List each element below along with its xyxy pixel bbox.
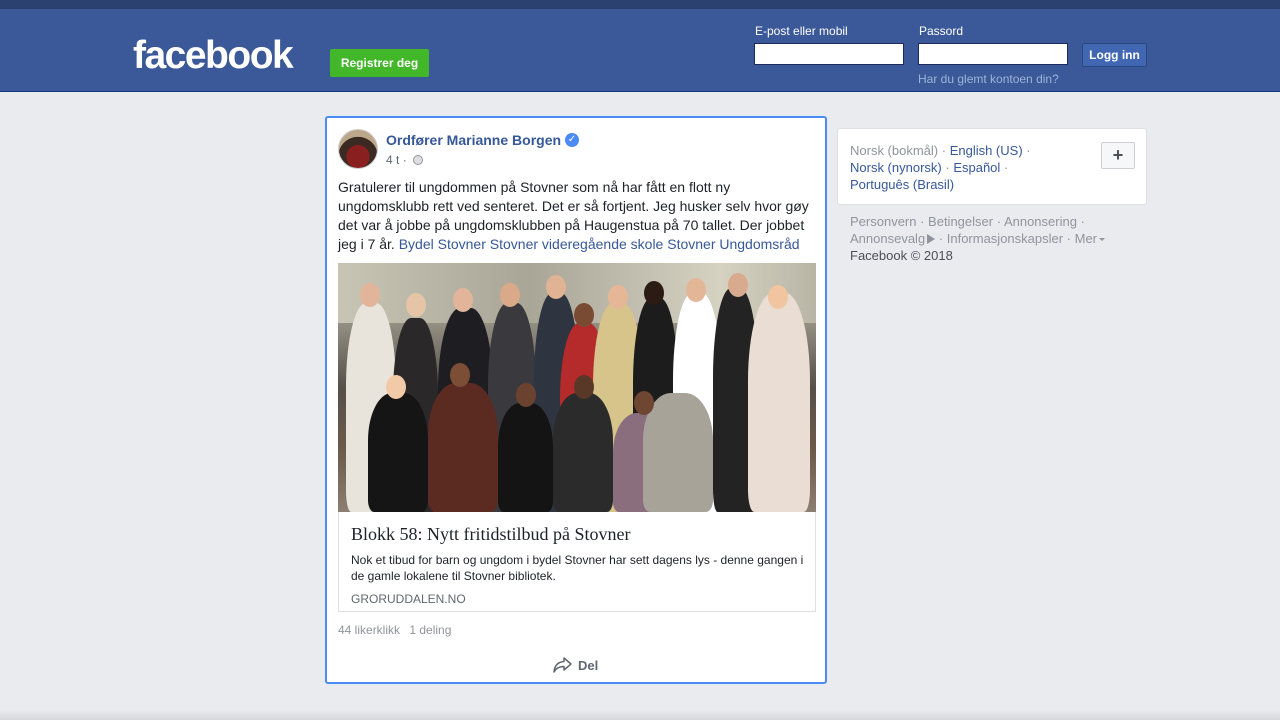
language-portugues-brasil[interactable]: Português (Brasil): [850, 177, 954, 192]
language-english-us[interactable]: English (US): [950, 143, 1023, 158]
tag-bydel-stovner[interactable]: Bydel Stovner: [399, 236, 486, 252]
password-field[interactable]: [918, 43, 1068, 65]
facebook-logo[interactable]: facebook: [133, 34, 294, 78]
globe-icon[interactable]: [413, 155, 424, 165]
link-preview[interactable]: Blokk 58: Nytt fritidstilbud på Stovner …: [338, 512, 816, 612]
post-card: Ordfører Marianne Borgen ✓ 4 t · Gratule…: [325, 116, 827, 684]
share-label: Del: [578, 657, 599, 673]
shares-count[interactable]: 1 deling: [409, 623, 451, 637]
register-button[interactable]: Registrer deg: [330, 49, 429, 77]
post-text: Gratulerer til ungdommen på Stovner som …: [338, 178, 818, 254]
adchoices-icon: [927, 234, 936, 244]
footer-link-annonsevalg[interactable]: Annonsevalg: [850, 231, 925, 246]
post-photo[interactable]: [338, 263, 816, 512]
footer-link-betingelser[interactable]: Betingelser: [928, 214, 993, 229]
language-espanol[interactable]: Español: [953, 160, 1000, 175]
share-icon: [553, 657, 572, 673]
footer-link-mer[interactable]: Mer: [1075, 231, 1097, 246]
link-title[interactable]: Blokk 58: Nytt fritidstilbud på Stovner: [351, 524, 631, 545]
tag-stovner-vgs[interactable]: Stovner videregående skole: [490, 236, 664, 252]
email-label: E-post eller mobil: [755, 24, 848, 38]
post-timestamp[interactable]: 4 t: [386, 153, 399, 167]
share-button[interactable]: Del: [553, 654, 598, 676]
footer-link-annonsering[interactable]: Annonsering: [1004, 214, 1077, 229]
copyright: Facebook © 2018: [850, 248, 953, 263]
top-strip: [0, 0, 1280, 9]
tag-stovner-ungdomsrad[interactable]: Stovner Ungdomsråd: [667, 236, 799, 252]
footer-link-personvern[interactable]: Personvern: [850, 214, 916, 229]
likes-count[interactable]: 44 likerklikk: [338, 623, 400, 637]
post-author[interactable]: Ordfører Marianne Borgen: [386, 132, 561, 148]
current-language: Norsk (bokmål): [850, 143, 939, 158]
link-description: Nok et tibud for barn og ungdom i bydel …: [351, 553, 804, 583]
meta-separator: ·: [402, 153, 407, 167]
language-box: Norsk (bokmål) · English (US) · Norsk (n…: [837, 128, 1147, 205]
caret-down-icon: [1099, 238, 1106, 241]
language-list: Norsk (bokmål) · English (US) · Norsk (n…: [850, 143, 1031, 192]
email-field[interactable]: [754, 43, 904, 65]
footer: Personvern · Betingelser · Annonsering ·…: [850, 213, 1150, 264]
login-button[interactable]: Logg inn: [1082, 43, 1147, 67]
post-meta: 4 t ·: [386, 153, 424, 167]
add-language-button[interactable]: +: [1101, 142, 1135, 169]
language-nynorsk[interactable]: Norsk (nynorsk): [850, 160, 942, 175]
footer-link-informasjonskapsler[interactable]: Informasjonskapsler: [947, 231, 1063, 246]
avatar[interactable]: [338, 129, 378, 169]
verified-badge-icon: ✓: [565, 133, 579, 147]
forgot-account-link[interactable]: Har du glemt kontoen din?: [918, 72, 1059, 86]
password-label: Passord: [919, 24, 964, 38]
bottom-shadow: [0, 710, 1280, 720]
link-domain: GRORUDDALEN.NO: [351, 592, 466, 606]
post-stats: 44 likerklikk 1 deling: [338, 623, 451, 637]
